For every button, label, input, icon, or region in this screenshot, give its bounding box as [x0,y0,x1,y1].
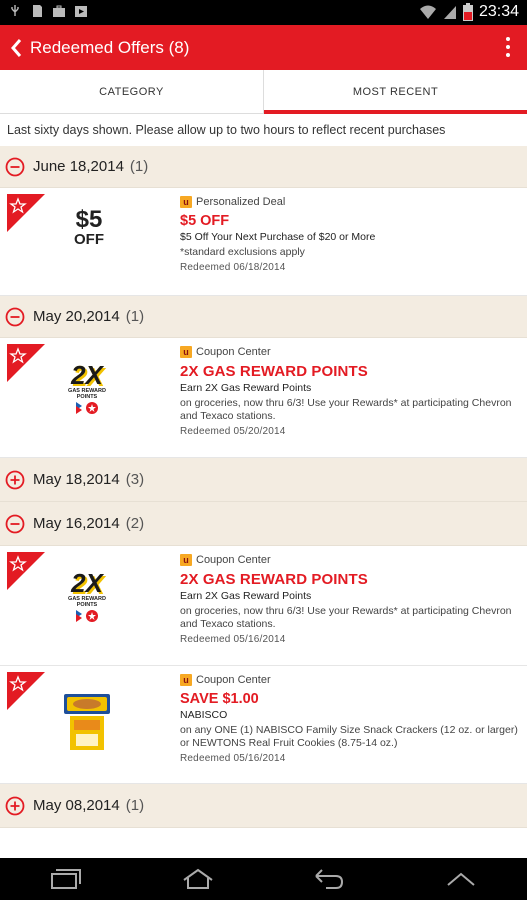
offer-image: $5 OFF [74,206,104,248]
offer-source: Coupon Center [196,346,271,358]
offer-description: on any ONE (1) NABISCO Family Size Snack… [180,724,518,749]
home-button[interactable] [178,864,218,894]
recent-apps-button[interactable] [46,864,86,894]
expand-icon [5,470,25,489]
usb-icon [11,5,19,16]
sd-card-icon [33,5,42,17]
u-logo-icon: u [180,346,192,358]
u-logo-icon: u [180,674,192,686]
signal-icon [443,6,456,19]
tab-bar: CATEGORY MOST RECENT [0,70,527,114]
date-group-header[interactable]: May 20,2014 (1) [0,296,527,338]
page-title: Redeemed Offers (8) [30,37,190,57]
menu-up-icon [447,872,475,886]
u-logo-icon: u [180,196,192,208]
offer-subtitle: Earn 2X Gas Reward Points [180,590,312,602]
offer-redeemed-date: Redeemed 05/16/2014 [180,753,286,764]
offer-description: on groceries, now thru 6/3! Use your Rew… [180,605,512,630]
nabisco-product-image [64,694,110,755]
date-group-header[interactable]: May 18,2014 (3) [0,458,527,502]
tab-most-recent[interactable]: MOST RECENT [264,70,527,114]
home-icon [183,868,213,889]
chevron-texaco-logo-icon [76,402,98,414]
offer-redeemed-date: Redeemed 05/16/2014 [180,634,286,645]
date-label: May 18,2014 [33,471,120,488]
wifi-icon [419,5,436,19]
gas-points-image: 2X GAS REWARD POINTS [62,570,112,629]
collapse-icon [5,307,25,326]
date-count: (2) [125,515,145,532]
star-ribbon-icon [7,672,45,710]
offer-redeemed-date: Redeemed 05/20/2014 [180,426,286,437]
menu-up-button[interactable] [441,864,481,894]
collapse-icon [5,157,25,176]
offer-title: SAVE $1.00 [180,691,259,707]
collapse-icon [5,514,25,533]
offer-subtitle: NABISCO [180,709,228,721]
offer-subtitle: $5 Off Your Next Purchase of $20 or More [180,231,376,243]
offer-description: *standard exclusions apply [180,246,305,258]
u-logo-icon: u [180,554,192,566]
date-label: May 20,2014 [33,308,120,325]
offer-item[interactable]: u Coupon Center SAVE $1.00 NABISCO on any… [0,666,527,784]
offer-source: Coupon Center [196,674,271,686]
offer-source: Personalized Deal [196,196,286,208]
date-count: (3) [125,471,145,488]
offer-title: $5 OFF [180,213,230,229]
star-ribbon-icon [7,194,45,232]
tab-category[interactable]: CATEGORY [0,70,263,113]
overflow-menu-icon [506,37,510,41]
expand-icon [5,796,25,815]
offer-item[interactable]: $5 OFF u Personalized Deal $5 OFF $5 Off … [0,188,527,296]
date-label: May 08,2014 [33,797,120,814]
notice-text: Last sixty days shown. Please allow up t… [7,123,446,137]
system-nav-bar [0,858,527,900]
offer-item[interactable]: 2X GAS REWARD POINTS u Coupon Center 2X G… [0,546,527,666]
offer-title: 2X GAS REWARD POINTS [180,363,368,380]
date-group-header[interactable]: May 16,2014 (2) [0,502,527,546]
offer-source: Coupon Center [196,554,271,566]
offer-redeemed-date: Redeemed 06/18/2014 [180,262,286,273]
chevron-texaco-logo-icon [76,610,98,622]
app-bar: Redeemed Offers (8) [0,25,527,70]
battery-icon [462,3,473,21]
offer-title: 2X GAS REWARD POINTS [180,571,368,588]
offer-description: on groceries, now thru 6/3! Use your Rew… [180,397,512,422]
status-bar: 23:34 [0,0,527,25]
date-count: (1) [129,158,149,175]
offer-subtitle: Earn 2X Gas Reward Points [180,382,312,394]
back-button[interactable] [2,25,30,70]
chevron-left-icon [11,38,22,57]
star-ribbon-icon [7,344,45,382]
star-ribbon-icon [7,552,45,590]
recent-apps-icon [50,869,81,889]
back-nav-button[interactable] [309,864,349,894]
date-label: June 18,2014 [33,158,124,175]
date-count: (1) [125,797,145,814]
briefcase-icon [53,5,65,17]
date-label: May 16,2014 [33,515,120,532]
offers-list[interactable]: June 18,2014 (1) $5 OFF u Personalized De… [0,146,527,858]
overflow-menu-button[interactable] [505,37,511,57]
gas-points-image: 2X GAS REWARD POINTS [62,362,112,421]
play-store-icon [75,6,87,17]
date-count: (1) [125,308,145,325]
date-group-header[interactable]: June 18,2014 (1) [0,146,527,188]
status-time: 23:34 [478,3,519,20]
offer-item[interactable]: 2X GAS REWARD POINTS u Coupon Center 2X G… [0,338,527,458]
date-group-header[interactable]: May 08,2014 (1) [0,784,527,828]
back-icon [315,869,344,889]
